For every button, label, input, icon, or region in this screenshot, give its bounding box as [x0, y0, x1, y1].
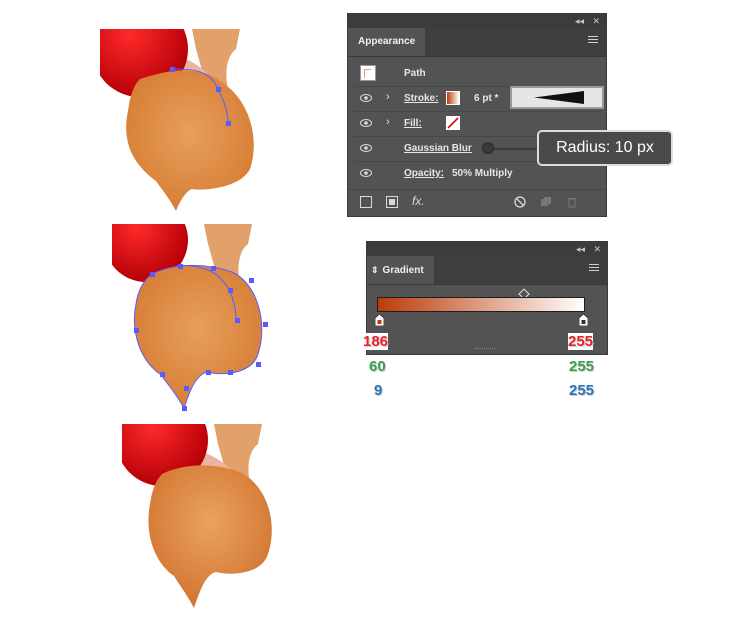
panel-tab-row: Appearance — [348, 28, 606, 57]
duplicate-item-icon[interactable] — [540, 196, 552, 208]
gradient-slider-bar[interactable] — [377, 297, 585, 312]
opacity-value: 50% Multiply — [452, 168, 513, 179]
clear-appearance-icon[interactable] — [514, 196, 526, 208]
start-blue-value: 9 — [374, 382, 383, 399]
visibility-eye-icon[interactable] — [360, 168, 372, 178]
appearance-panel: ◂◂ ✕ Appearance Path › Stroke: 6 pt * › … — [347, 13, 607, 217]
tab-gradient[interactable]: ⇕ Gradient — [367, 256, 434, 284]
illustration-shape-final — [122, 424, 272, 608]
visibility-eye-icon[interactable] — [360, 93, 372, 103]
panel-menu-icon[interactable] — [589, 264, 599, 273]
add-new-stroke-icon[interactable] — [360, 196, 372, 208]
panel-menu-icon[interactable] — [588, 36, 598, 45]
stroke-row[interactable]: › Stroke: 6 pt * — [354, 86, 604, 112]
delete-item-icon[interactable] — [566, 196, 578, 208]
panel-topbar: ◂◂ ✕ — [348, 14, 606, 28]
stroke-label[interactable]: Stroke: — [404, 93, 438, 104]
panel-topbar: ◂◂ ✕ — [367, 242, 607, 256]
collapse-panel-button[interactable]: ◂◂ — [575, 15, 584, 27]
tab-options-icon: ⇕ — [371, 265, 379, 275]
illustration-shape-with-path — [100, 29, 254, 211]
start-green-value: 60 — [369, 358, 386, 375]
expand-chevron-icon[interactable]: › — [386, 116, 390, 128]
fill-label[interactable]: Fill: — [404, 118, 422, 129]
radius-slider-handle[interactable] — [482, 142, 494, 154]
panel-footer: fx. — [348, 189, 606, 216]
tab-appearance[interactable]: Appearance — [348, 28, 426, 56]
path-row[interactable]: Path — [354, 62, 600, 87]
stroke-color-swatch[interactable] — [446, 91, 460, 105]
gaussian-blur-label[interactable]: Gaussian Blur — [404, 143, 472, 154]
add-new-fill-icon[interactable] — [386, 196, 398, 208]
artwork-step-1 — [100, 29, 270, 219]
opacity-label[interactable]: Opacity: — [404, 168, 444, 179]
end-red-value: 255 — [568, 333, 594, 350]
radius-tooltip: Radius: 10 px — [537, 130, 673, 166]
collapse-panel-button[interactable]: ◂◂ — [576, 243, 585, 255]
panel-tab-row: ⇕ Gradient — [367, 256, 607, 285]
start-red-value: 186 — [363, 333, 389, 350]
expand-chevron-icon[interactable]: › — [386, 91, 390, 103]
close-panel-button[interactable]: ✕ — [592, 15, 600, 27]
end-green-value: 255 — [569, 358, 595, 375]
gradient-stop-start[interactable] — [375, 314, 384, 326]
width-profile-icon — [534, 91, 584, 104]
gradient-stop-end[interactable] — [579, 314, 588, 326]
fill-none-swatch[interactable] — [446, 116, 460, 130]
path-thumbnail — [360, 65, 376, 81]
stroke-profile-dropdown[interactable] — [510, 86, 604, 109]
visibility-eye-icon[interactable] — [360, 118, 372, 128]
stroke-weight-value[interactable]: 6 pt * — [474, 93, 498, 104]
visibility-eye-icon[interactable] — [360, 143, 372, 153]
artwork-step-2 — [112, 224, 282, 414]
tab-gradient-label: Gradient — [382, 265, 424, 276]
add-new-effect-icon[interactable]: fx. — [412, 194, 425, 208]
panel-resize-grip[interactable] — [475, 348, 495, 352]
end-blue-value: 255 — [569, 382, 595, 399]
close-panel-button[interactable]: ✕ — [593, 243, 601, 255]
illustration-shape-selected — [112, 224, 268, 411]
path-label: Path — [404, 68, 426, 79]
artwork-step-3 — [122, 424, 292, 614]
